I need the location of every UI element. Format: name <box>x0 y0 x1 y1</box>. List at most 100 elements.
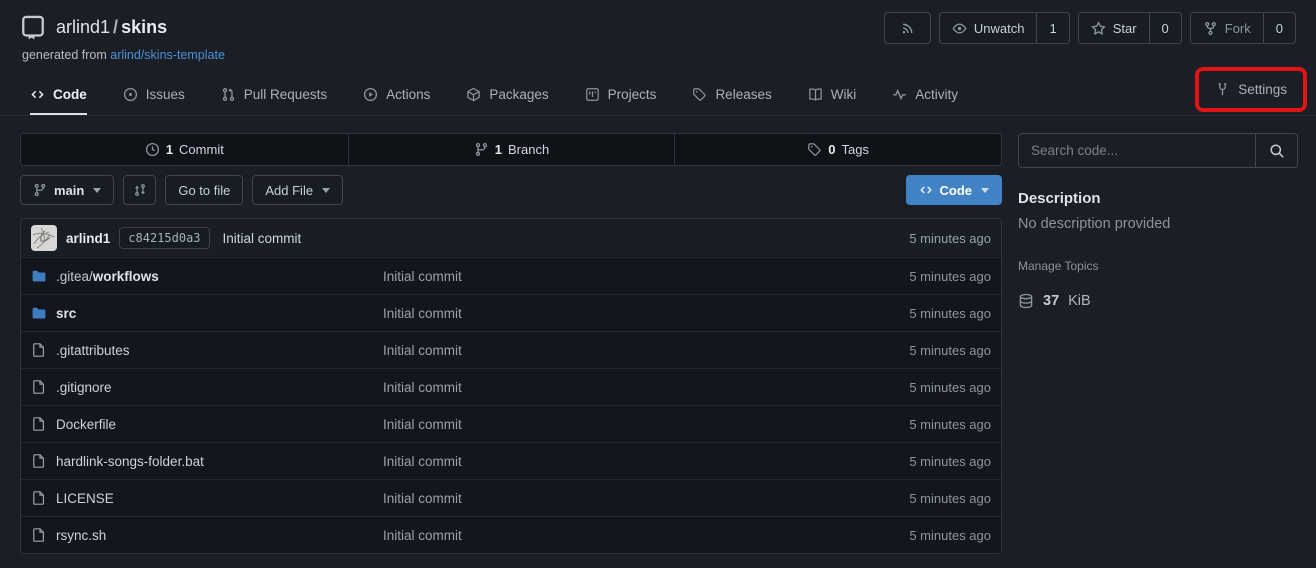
file-commit-message[interactable]: Initial commit <box>383 380 909 395</box>
file-commit-time: 5 minutes ago <box>909 380 991 395</box>
table-row: .gitignore Initial commit 5 minutes ago <box>21 368 1001 405</box>
commit-message-link[interactable]: Initial commit <box>223 231 302 246</box>
go-to-file-label: Go to file <box>178 183 230 198</box>
tab-wiki[interactable]: Wiki <box>808 75 857 115</box>
file-table: arlind1 c84215d0a3 Initial commit 5 minu… <box>20 218 1002 554</box>
project-board-icon <box>585 87 600 102</box>
manage-topics-link[interactable]: Manage Topics <box>1018 259 1099 273</box>
folder-icon <box>31 268 47 284</box>
file-commit-time: 5 minutes ago <box>909 343 991 358</box>
tab-code[interactable]: Code <box>30 75 87 115</box>
header-actions: Unwatch 1 Star 0 <box>884 12 1296 44</box>
file-link[interactable]: rsync.sh <box>56 528 106 543</box>
folder-icon <box>31 305 47 321</box>
tools-icon <box>1215 82 1230 97</box>
avatar[interactable] <box>31 225 57 251</box>
file-name: hardlink-songs-folder.bat <box>56 454 204 469</box>
tag-icon <box>692 87 707 102</box>
fork-button[interactable]: Fork <box>1191 13 1263 43</box>
file-commit-message[interactable]: Initial commit <box>383 528 909 543</box>
tab-label: Issues <box>146 87 185 102</box>
chevron-down-icon <box>981 188 989 193</box>
file-name: src <box>56 306 76 321</box>
file-commit-message[interactable]: Initial commit <box>383 269 909 284</box>
stars-count[interactable]: 0 <box>1149 13 1181 43</box>
file-link[interactable]: .gitea/workflows <box>56 269 159 284</box>
file-commit-time: 5 minutes ago <box>909 528 991 543</box>
file-icon <box>31 453 47 469</box>
repo-stats-bar: 1 Commit 1 Branch <box>20 133 1002 166</box>
tab-settings[interactable]: Settings <box>1215 82 1287 97</box>
file-commit-message[interactable]: Initial commit <box>383 491 909 506</box>
repo-content: 1 Commit 1 Branch <box>0 116 1316 554</box>
star-button[interactable]: Star <box>1079 13 1149 43</box>
tab-issues[interactable]: Issues <box>123 75 185 115</box>
commit-author-link[interactable]: arlind1 <box>66 231 110 246</box>
tab-label: Releases <box>715 87 771 102</box>
file-link[interactable]: Dockerfile <box>56 417 116 432</box>
compare-button[interactable] <box>123 175 156 205</box>
search-input[interactable] <box>1019 134 1255 167</box>
add-file-button[interactable]: Add File <box>252 175 343 205</box>
star-icon <box>1091 21 1106 36</box>
file-name: Dockerfile <box>56 417 116 432</box>
code-icon <box>30 87 45 102</box>
repo-size-value: 37 <box>1043 293 1059 309</box>
tags-stat[interactable]: 0 Tags <box>674 134 1001 165</box>
repo-header: arlind1/skins generated from arlind/skin… <box>0 0 1316 62</box>
template-repo-link[interactable]: arlind/skins-template <box>110 48 225 62</box>
file-commit-time: 5 minutes ago <box>909 269 991 284</box>
repo-size: 37 KiB <box>1018 293 1298 309</box>
tab-pull-requests[interactable]: Pull Requests <box>221 75 327 115</box>
search-icon <box>1269 143 1285 159</box>
branch-label: Branch <box>508 142 549 157</box>
table-row: src Initial commit 5 minutes ago <box>21 294 1001 331</box>
compare-icon <box>133 183 147 197</box>
tab-releases[interactable]: Releases <box>692 75 771 115</box>
file-commit-message[interactable]: Initial commit <box>383 343 909 358</box>
branch-selector[interactable]: main <box>20 175 114 205</box>
file-commit-message[interactable]: Initial commit <box>383 306 909 321</box>
file-icon <box>31 416 47 432</box>
file-commit-time: 5 minutes ago <box>909 306 991 321</box>
tab-packages[interactable]: Packages <box>466 75 548 115</box>
file-commit-message[interactable]: Initial commit <box>383 454 909 469</box>
file-link[interactable]: .gitattributes <box>56 343 130 358</box>
repo-name-link[interactable]: skins <box>121 17 167 37</box>
file-link[interactable]: LICENSE <box>56 491 114 506</box>
go-to-file-button[interactable]: Go to file <box>165 175 243 205</box>
tag-icon <box>807 142 822 157</box>
watchers-count[interactable]: 1 <box>1036 13 1068 43</box>
search-button[interactable] <box>1255 134 1297 167</box>
tab-label: Packages <box>489 87 548 102</box>
file-commit-time: 5 minutes ago <box>909 454 991 469</box>
pulse-icon <box>892 87 907 102</box>
file-commit-message[interactable]: Initial commit <box>383 417 909 432</box>
tab-activity[interactable]: Activity <box>892 75 958 115</box>
branch-count: 1 <box>495 142 502 157</box>
repo-owner-link[interactable]: arlind1 <box>56 17 110 37</box>
rss-button[interactable] <box>884 12 931 44</box>
tab-label: Pull Requests <box>244 87 327 102</box>
fork-label: Fork <box>1225 21 1251 36</box>
database-icon <box>1018 293 1034 309</box>
tab-label: Wiki <box>831 87 857 102</box>
branches-stat[interactable]: 1 Branch <box>348 134 675 165</box>
file-link[interactable]: src <box>56 306 76 321</box>
table-row: LICENSE Initial commit 5 minutes ago <box>21 479 1001 516</box>
rss-icon <box>900 21 915 36</box>
file-link[interactable]: hardlink-songs-folder.bat <box>56 454 204 469</box>
tab-projects[interactable]: Projects <box>585 75 657 115</box>
repo-tab-bar: Code Issues Pull Requests Actions <box>0 75 1316 116</box>
file-link[interactable]: .gitignore <box>56 380 112 395</box>
tag-count: 0 <box>828 142 835 157</box>
file-name-prefix: .gitea/ <box>56 269 93 284</box>
code-download-button[interactable]: Code <box>906 175 1003 205</box>
unwatch-button[interactable]: Unwatch <box>940 13 1037 43</box>
tab-actions[interactable]: Actions <box>363 75 430 115</box>
tab-label: Activity <box>915 87 958 102</box>
commit-hash-link[interactable]: c84215d0a3 <box>119 227 209 249</box>
forks-count[interactable]: 0 <box>1263 13 1295 43</box>
table-row: hardlink-songs-folder.bat Initial commit… <box>21 442 1001 479</box>
commits-stat[interactable]: 1 Commit <box>21 134 348 165</box>
